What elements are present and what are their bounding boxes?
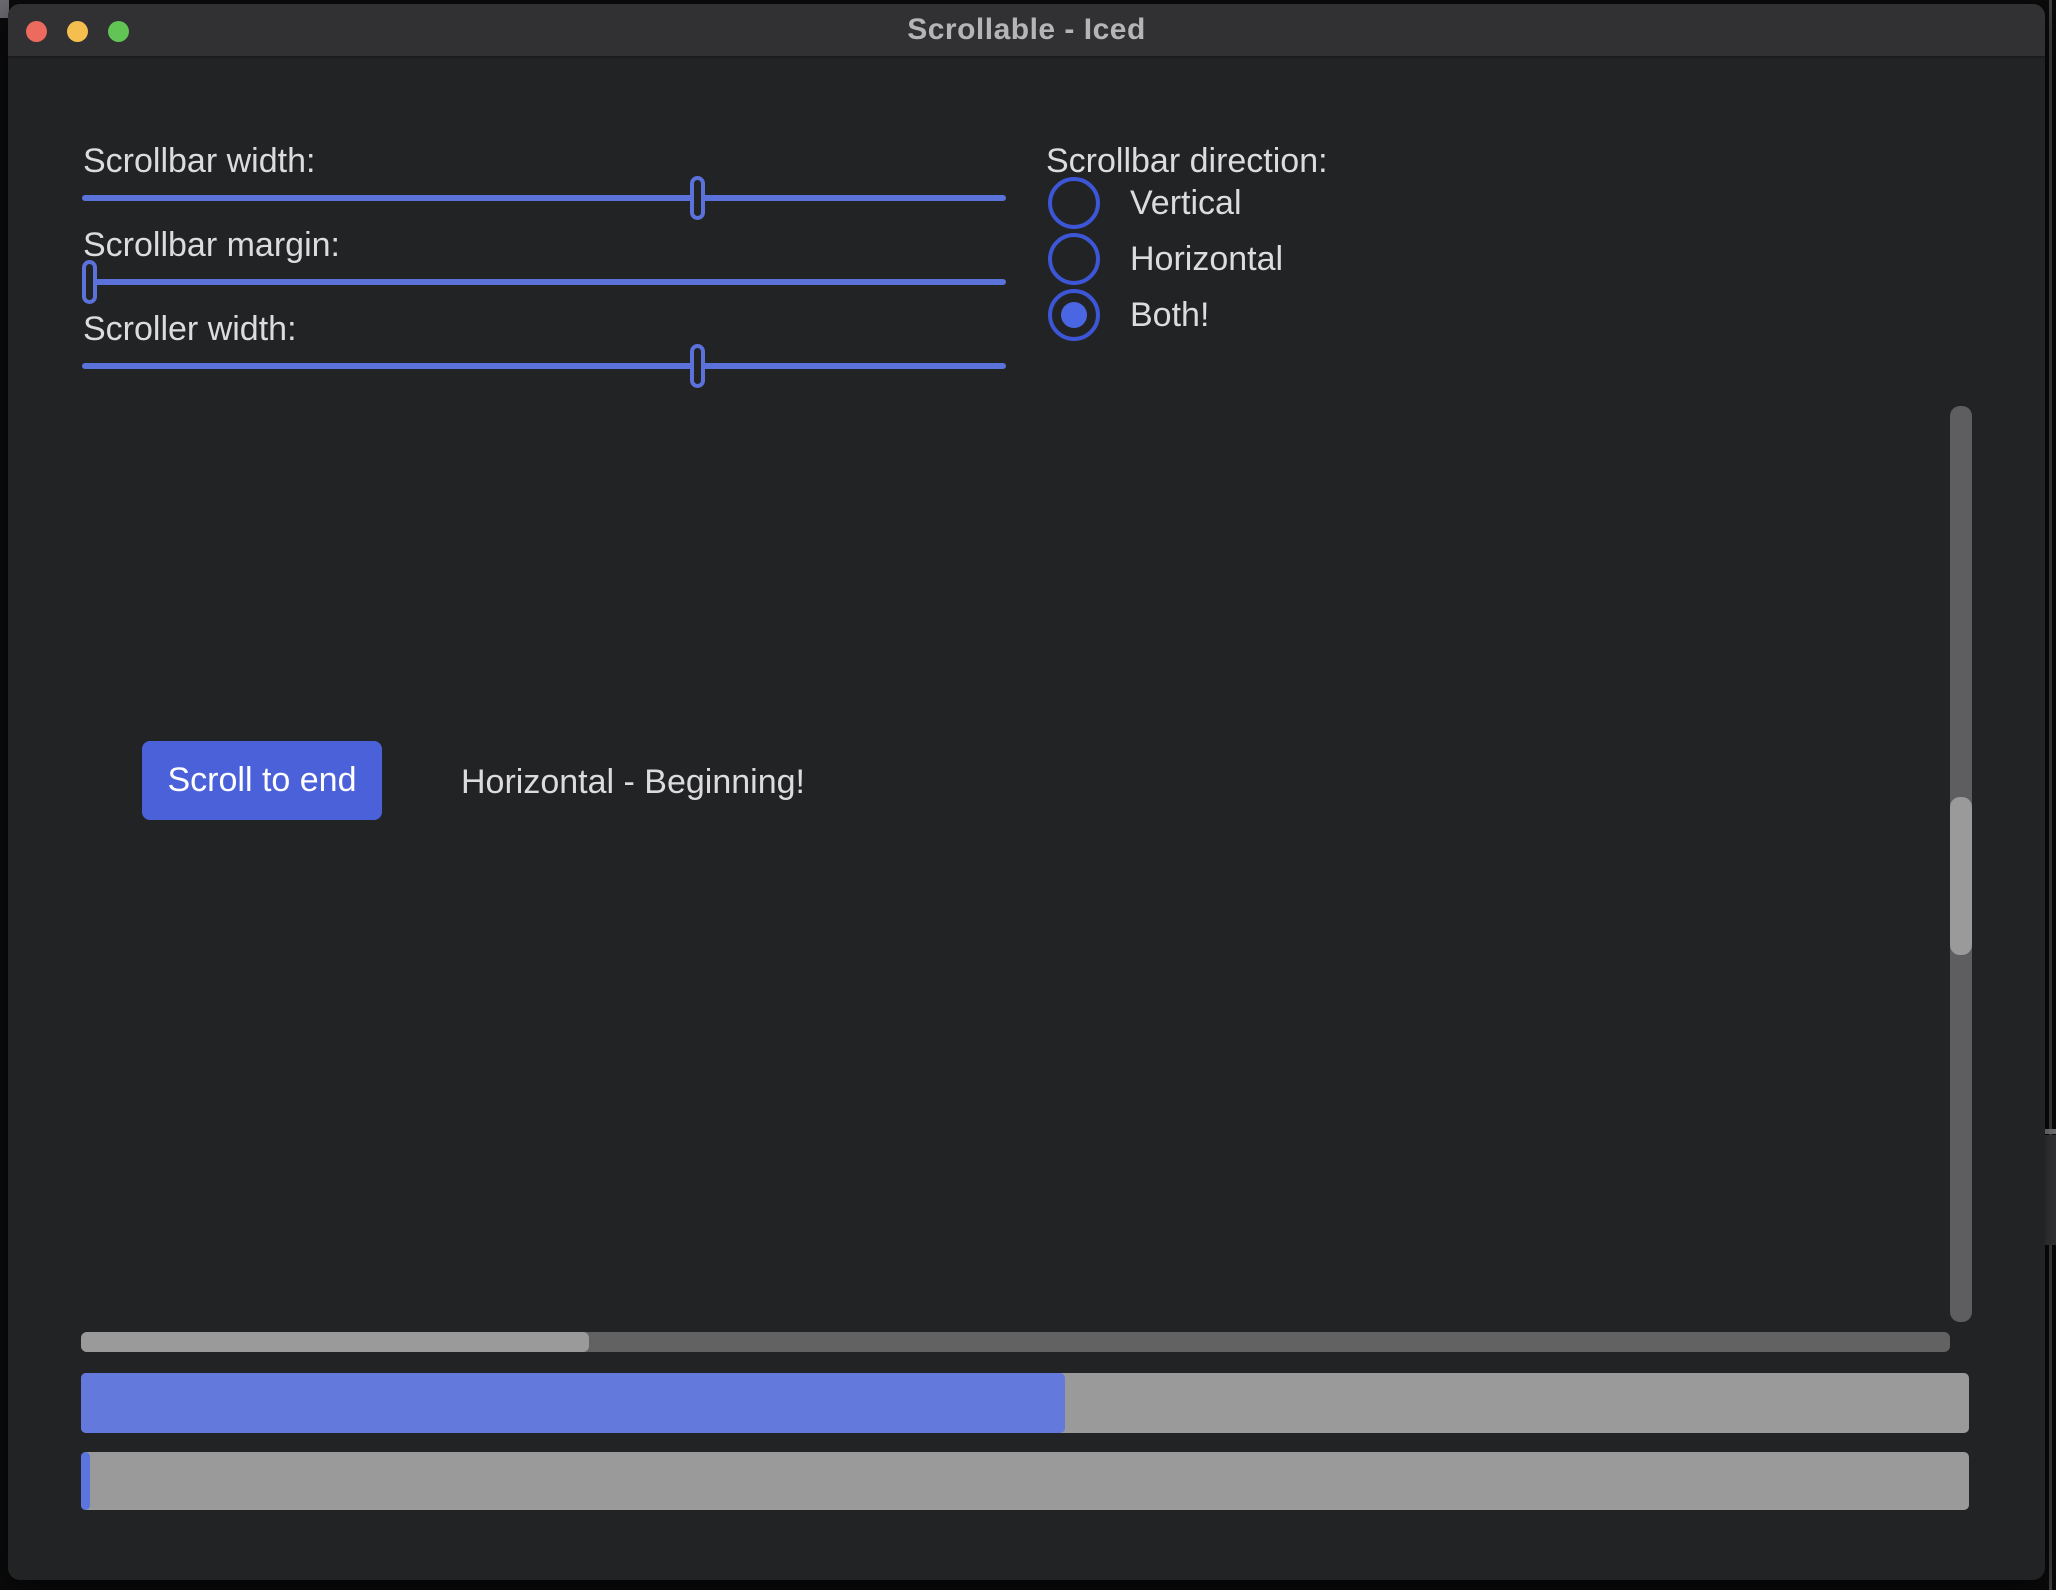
radio-icon[interactable] (1048, 289, 1100, 341)
scroll-status-text: Horizontal - Beginning! (461, 763, 805, 801)
radio-icon[interactable] (1048, 177, 1100, 229)
scroll-to-end-button[interactable]: Scroll to end (142, 741, 382, 820)
radio-label: Both! (1130, 296, 1209, 335)
background-window-tick (2045, 1129, 2056, 1134)
radio-icon[interactable] (1048, 233, 1100, 285)
scrollbar-margin-label: Scrollbar margin: (83, 226, 1006, 264)
scrollbar-width-slider-group: Scrollbar width: (82, 142, 1006, 232)
scrollbar-margin-slider-handle[interactable] (82, 260, 97, 304)
horizontal-scrollbar-track[interactable] (81, 1332, 1950, 1352)
background-window-patch (2045, 1135, 2056, 1245)
scrollbar-width-slider-handle[interactable] (690, 176, 705, 220)
radio-option-horizontal[interactable]: Horizontal (1048, 233, 1283, 285)
background-window-edge (2049, 0, 2052, 1590)
horizontal-scroll-progress-bar (81, 1452, 1969, 1510)
horizontal-scrollbar-scroller[interactable] (81, 1332, 589, 1352)
scroll-to-end-button-label: Scroll to end (168, 761, 357, 800)
slider-handle-track (82, 176, 991, 220)
scroller-width-slider-group: Scroller width: (82, 310, 1006, 400)
radio-label: Horizontal (1130, 240, 1283, 279)
progress-fill (81, 1373, 1065, 1433)
vertical-scroll-progress-bar (81, 1373, 1969, 1433)
vertical-scrollbar-scroller[interactable] (1950, 797, 1972, 955)
vertical-scrollbar-track[interactable] (1950, 406, 1972, 1322)
scrollbar-direction-group: Scrollbar direction: Vertical Horizontal (1046, 142, 1466, 180)
radio-option-both[interactable]: Both! (1048, 289, 1209, 341)
slider-handle-track (82, 344, 991, 388)
main-content: Scrollbar width: Scrollbar margin: Scrol… (8, 4, 2045, 1580)
radio-label: Vertical (1130, 184, 1242, 223)
radio-option-vertical[interactable]: Vertical (1048, 177, 1242, 229)
scroller-width-label: Scroller width: (83, 310, 1006, 348)
scrollbar-width-label: Scrollbar width: (83, 142, 1006, 180)
scrollbar-margin-slider-group: Scrollbar margin: (82, 226, 1006, 316)
app-window: Scrollable - Iced Scrollbar width: Scrol… (8, 4, 2045, 1580)
slider-handle-track (82, 260, 991, 304)
screen: Scrollable - Iced Scrollbar width: Scrol… (0, 0, 2056, 1590)
progress-fill (81, 1452, 90, 1510)
scroller-width-slider-handle[interactable] (690, 344, 705, 388)
scrollbar-direction-label: Scrollbar direction: (1046, 142, 1466, 180)
radio-dot-icon (1061, 302, 1087, 328)
